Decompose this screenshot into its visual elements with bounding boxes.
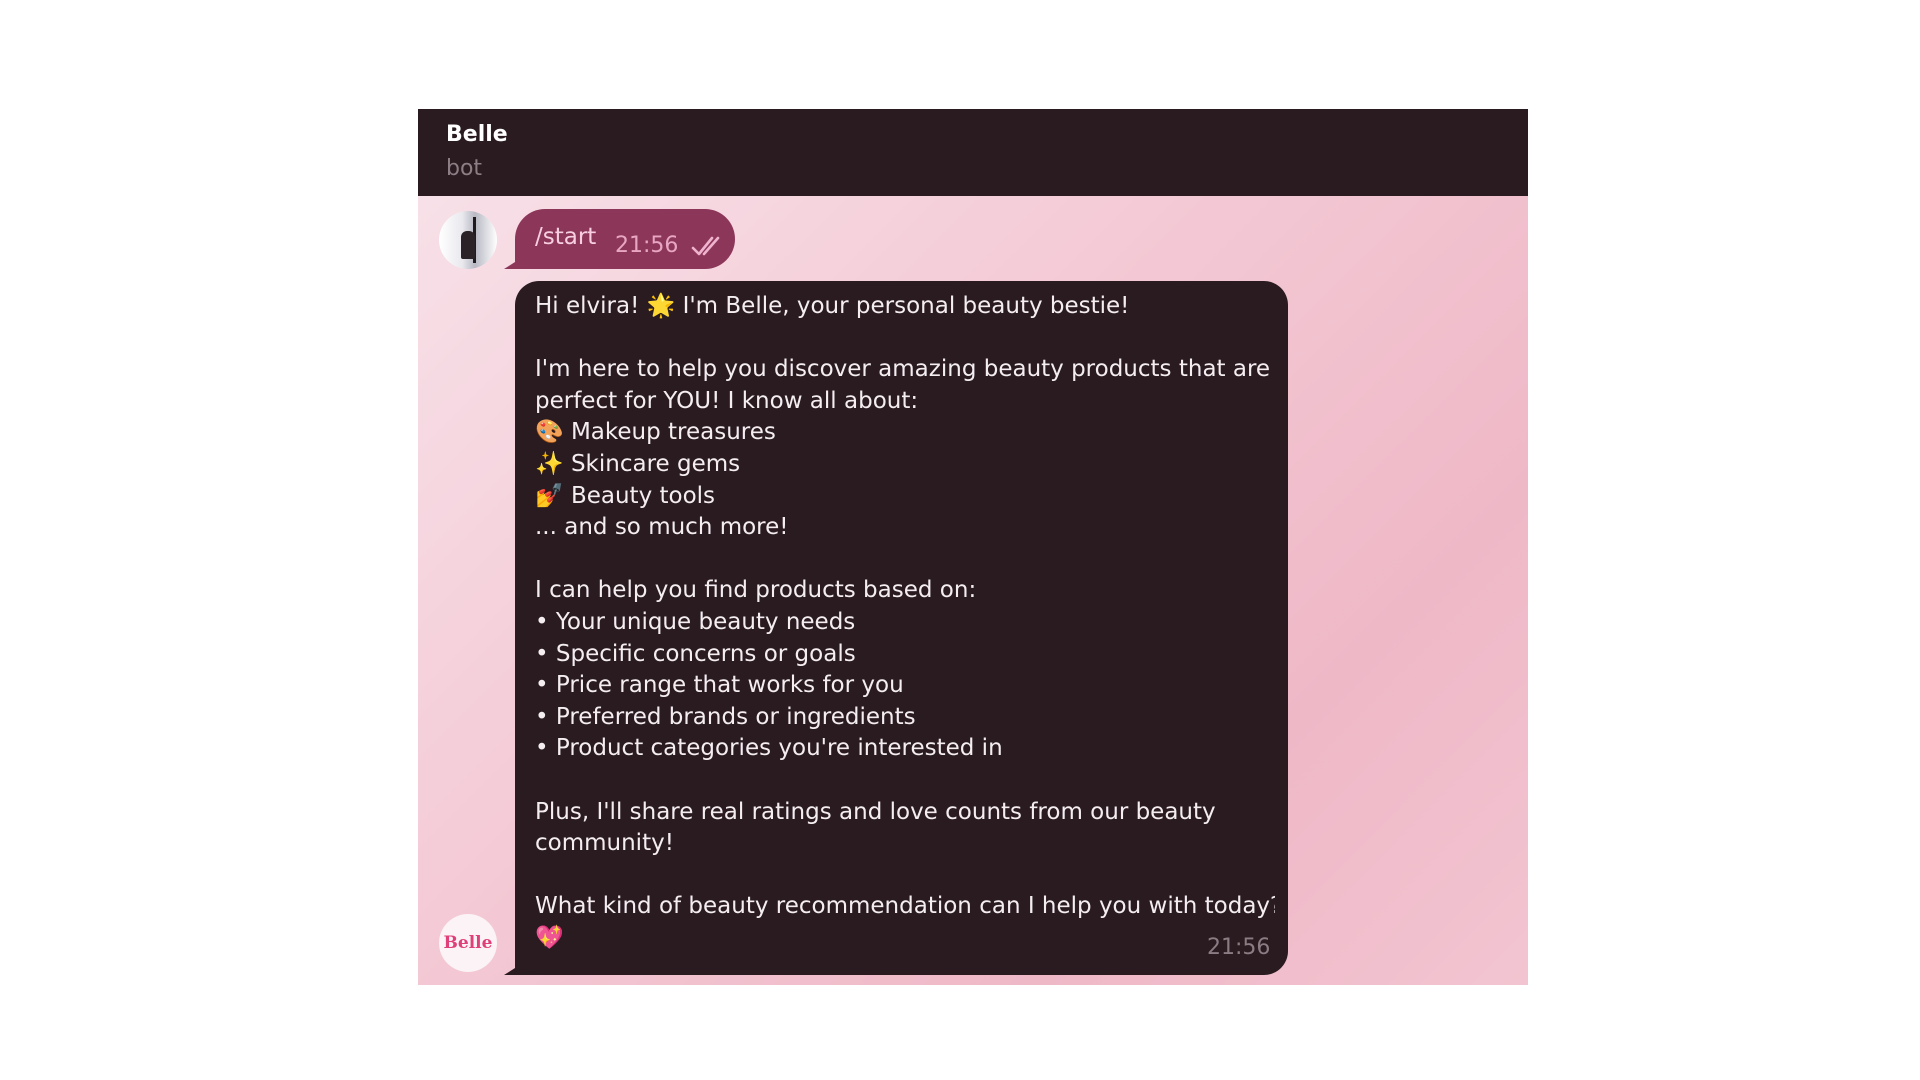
outgoing-message[interactable]: /start 21:56 <box>515 209 735 269</box>
message-line: 💖 <box>535 924 564 951</box>
chat-header[interactable]: Belle bot <box>418 109 1528 196</box>
double-check-icon <box>691 236 720 256</box>
outgoing-message-text: /start <box>535 224 597 250</box>
chat-window: Belle bot /start 21:56 Hi elvira! 🌟 I'm … <box>418 109 1528 985</box>
message-line: 💅 Beauty tools <box>535 482 716 509</box>
avatar-photo-figure <box>461 231 475 259</box>
message-line <box>535 323 1275 355</box>
message-line: • Preferred brands or ingredients <box>535 703 916 730</box>
incoming-message[interactable]: Hi elvira! 🌟 I'm Belle, your personal be… <box>515 281 1288 975</box>
message-line: community! <box>535 830 674 857</box>
message-line: • Price range that works for you <box>535 672 904 699</box>
message-line: Hi elvira! 🌟 I'm Belle, your personal be… <box>535 293 1130 319</box>
message-line <box>535 544 1275 576</box>
message-line <box>535 860 1275 892</box>
user-avatar[interactable] <box>439 211 497 269</box>
message-line: Plus, I'll share real ratings and love c… <box>535 798 1216 825</box>
message-line: What kind of beauty recommendation can I… <box>535 893 1275 920</box>
message-line: ✨ Skincare gems <box>535 450 741 477</box>
message-line: • Product categories you're interested i… <box>535 735 1003 762</box>
message-line: • Specific concerns or goals <box>535 640 856 667</box>
incoming-message-time: 21:56 <box>1207 935 1271 960</box>
message-line: ... and so much more! <box>535 514 789 541</box>
incoming-message-text: Hi elvira! 🌟 I'm Belle, your personal be… <box>535 291 1275 954</box>
outgoing-message-time: 21:56 <box>615 233 679 258</box>
message-line: perfect for YOU! I know all about: <box>535 387 919 414</box>
message-line: I'm here to help you discover amazing be… <box>535 356 1271 383</box>
message-line <box>535 765 1275 797</box>
chat-title: Belle <box>446 122 508 147</box>
bot-avatar-logo: Belle <box>443 933 493 953</box>
message-line: • Your unique beauty needs <box>535 608 856 635</box>
message-line: I can help you find products based on: <box>535 577 977 604</box>
message-line: 🎨 Makeup treasures <box>535 419 776 446</box>
bot-avatar[interactable]: Belle <box>439 914 497 972</box>
chat-subtitle: bot <box>446 156 483 181</box>
